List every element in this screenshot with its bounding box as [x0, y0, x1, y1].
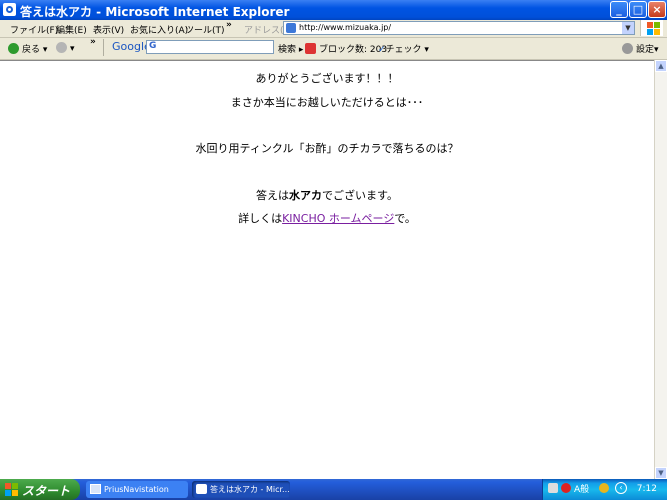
popup-blocker-button[interactable]: ブロック数: 203 [305, 42, 387, 55]
google-search-input[interactable]: G [146, 40, 274, 54]
menu-file[interactable]: ファイル(F) [10, 23, 58, 36]
scroll-down-icon[interactable]: ▼ [655, 467, 667, 479]
toolbar-separator [103, 39, 104, 56]
address-bar[interactable]: http://www.mizuaka.jp/ ▼ [283, 21, 635, 35]
address-url[interactable]: http://www.mizuaka.jp/ [299, 23, 391, 32]
minimize-button[interactable]: _ [610, 1, 628, 18]
details-suffix: で。 [394, 212, 416, 225]
back-arrow-icon [8, 43, 19, 54]
details-text: 詳しくはKINCHO ホームページで。 [0, 210, 654, 226]
settings-button[interactable]: 設定▾ [622, 42, 659, 55]
task-prius-navistation[interactable]: PriusNavistation [86, 481, 188, 498]
vertical-scrollbar[interactable]: ▲ ▼ [654, 60, 667, 479]
block-icon [305, 43, 316, 54]
taskbar: スタート PriusNavistation 答えは水アカ - Micr... A… [0, 479, 667, 500]
toolbar: 戻る ▾ ▾ » Google G 検索 ▸ ブロック数: 203 ✓チェック … [0, 37, 667, 60]
thanks-text: ありがとうございます！！！ [255, 72, 399, 85]
gear-icon [622, 43, 633, 54]
menu-edit[interactable]: 編集(E) [56, 23, 87, 36]
task-label: 答えは水アカ - Micr... [210, 485, 290, 494]
menu-chevron[interactable]: » [226, 20, 232, 30]
search-button[interactable]: 検索 ▸ [278, 42, 303, 55]
back-button[interactable]: 戻る ▾ [8, 42, 47, 55]
start-button[interactable]: スタート [0, 479, 80, 500]
google-logo: Google [112, 40, 151, 53]
menu-tools[interactable]: ツール(T) [185, 23, 225, 36]
tray-messenger-icon[interactable] [599, 483, 609, 493]
menu-bar: ファイル(F) 編集(E) 表示(V) お気に入り(A) ツール(T) » アド… [0, 20, 667, 38]
check-icon: ✓ [378, 45, 386, 55]
intro-text: まさか本当にお越しいただけるとは･･･ [230, 96, 424, 109]
windows-flag-icon [5, 483, 18, 496]
forward-arrow-icon [56, 42, 67, 53]
tray-network-icon[interactable] [548, 483, 558, 493]
question-text: 水回り用ティンクル「お酢」のチカラで落ちるのは？ [195, 142, 459, 155]
windows-logo-icon [640, 20, 663, 36]
scroll-up-icon[interactable]: ▲ [655, 60, 667, 72]
window-title: 答えは水アカ - Microsoft Internet Explorer [20, 5, 290, 19]
system-tray: A般 ‹ 7:12 [542, 479, 667, 500]
search-label: 検索 [278, 45, 297, 55]
clock: 7:12 [636, 484, 657, 494]
page-content: ありがとうございます！！！ まさか本当にお越しいただけるとは･･･ 水回り用ティ… [0, 60, 654, 480]
details-prefix: 詳しくは [238, 212, 283, 225]
toolbar-chevron[interactable]: » [90, 37, 96, 47]
start-label: スタート [22, 484, 71, 498]
maximize-button[interactable]: □ [629, 1, 647, 18]
google-g-icon[interactable]: G [149, 41, 156, 51]
forward-button[interactable]: ▾ [56, 42, 75, 54]
menu-favorites[interactable]: お気に入り(A) [130, 23, 188, 36]
back-label: 戻る [22, 45, 41, 55]
spellcheck-button[interactable]: ✓チェック ▾ [378, 42, 429, 55]
tray-expand-icon[interactable]: ‹ [615, 482, 627, 494]
answer-keyword: 水アカ [289, 189, 323, 202]
kincho-homepage-link[interactable]: KINCHO ホームページ [282, 212, 394, 225]
ie-icon [3, 3, 16, 16]
ie-task-icon [196, 484, 207, 494]
blocked-count: ブロック数: 203 [319, 45, 388, 55]
task-label: PriusNavistation [104, 485, 169, 494]
check-label: チェック [385, 45, 422, 55]
page-icon [286, 23, 296, 33]
menu-view[interactable]: 表示(V) [93, 23, 124, 36]
app-window-icon [90, 484, 101, 494]
title-bar[interactable]: 答えは水アカ - Microsoft Internet Explorer _ □… [0, 0, 667, 20]
task-ie-window[interactable]: 答えは水アカ - Micr... [192, 481, 290, 498]
ime-indicator[interactable]: A般 [574, 482, 589, 495]
close-button[interactable]: × [648, 1, 666, 18]
answer-suffix: でございます。 [322, 189, 398, 202]
answer-prefix: 答えは [256, 189, 290, 202]
settings-label: 設定 [636, 45, 655, 55]
address-dropdown-icon[interactable]: ▼ [622, 22, 634, 34]
answer-text: 答えは水アカでございます。 [0, 187, 654, 203]
tray-security-icon[interactable] [561, 483, 571, 493]
